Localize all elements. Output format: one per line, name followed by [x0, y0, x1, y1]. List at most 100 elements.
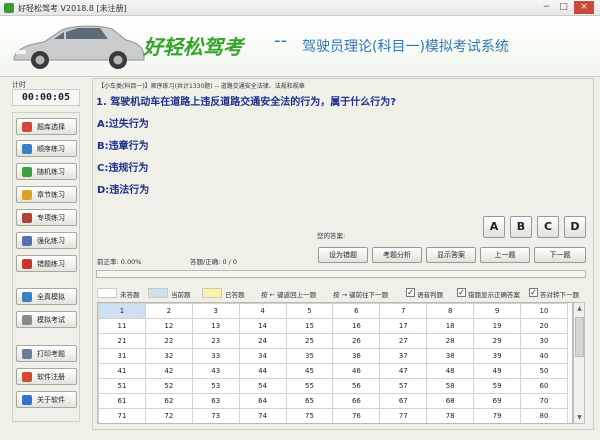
close-button[interactable]: × [574, 1, 594, 14]
question-cell[interactable]: 34 [238, 348, 287, 364]
question-cell[interactable]: 23 [191, 333, 240, 349]
question-cell[interactable]: 35 [285, 348, 334, 364]
question-cell[interactable]: 36 [332, 348, 381, 364]
question-cell[interactable]: 42 [144, 363, 193, 379]
question-cell[interactable]: 32 [144, 348, 193, 364]
question-cell[interactable]: 71 [98, 408, 146, 423]
question-cell[interactable]: 57 [379, 378, 428, 394]
question-cell[interactable]: 14 [238, 318, 287, 334]
answer-a-button[interactable]: A [483, 216, 505, 238]
question-cell[interactable]: 39 [473, 348, 522, 364]
question-cell[interactable]: 58 [426, 378, 475, 394]
question-cell[interactable]: 40 [520, 348, 568, 364]
question-cell[interactable]: 13 [191, 318, 240, 334]
question-cell[interactable]: 50 [520, 363, 568, 379]
question-cell[interactable]: 66 [332, 393, 381, 409]
question-cell[interactable]: 37 [379, 348, 428, 364]
sidebar-item-5[interactable]: 专项练习 [16, 209, 77, 226]
question-cell[interactable]: 64 [238, 393, 287, 409]
grid-scrollbar[interactable]: ▲ ▼ [573, 302, 585, 424]
question-cell[interactable]: 43 [191, 363, 240, 379]
sidebar-item-9[interactable]: 模拟考试 [16, 311, 77, 328]
question-cell[interactable]: 33 [191, 348, 240, 364]
sidebar-item-12[interactable]: 关于软件 [16, 391, 77, 408]
question-cell[interactable]: 60 [520, 378, 568, 394]
question-cell[interactable]: 52 [144, 378, 193, 394]
question-cell[interactable]: 48 [426, 363, 475, 379]
answer-c-button[interactable]: C [537, 216, 559, 238]
option-a[interactable]: A:过失行为 [97, 115, 149, 130]
question-cell[interactable]: 5 [285, 303, 334, 319]
question-cell[interactable]: 54 [238, 378, 287, 394]
question-cell[interactable]: 56 [332, 378, 381, 394]
question-cell[interactable]: 8 [426, 303, 475, 319]
question-cell[interactable]: 45 [285, 363, 334, 379]
question-cell[interactable]: 80 [520, 408, 568, 423]
auto-next-checkbox[interactable]: ✓ [529, 288, 538, 297]
sidebar-item-7[interactable]: 错题练习 [16, 255, 77, 272]
question-cell[interactable]: 70 [520, 393, 568, 409]
question-cell[interactable]: 75 [285, 408, 334, 423]
scroll-up-icon[interactable]: ▲ [575, 304, 584, 313]
question-cell[interactable]: 68 [426, 393, 475, 409]
question-cell[interactable]: 31 [98, 348, 146, 364]
sidebar-item-11[interactable]: 软件注册 [16, 368, 77, 385]
question-cell[interactable]: 63 [191, 393, 240, 409]
voice-checkbox[interactable]: ✓ [406, 288, 415, 297]
question-cell[interactable]: 59 [473, 378, 522, 394]
question-cell[interactable]: 24 [238, 333, 287, 349]
question-cell[interactable]: 44 [238, 363, 287, 379]
question-cell[interactable]: 38 [426, 348, 475, 364]
question-cell[interactable]: 46 [332, 363, 381, 379]
question-cell[interactable]: 29 [473, 333, 522, 349]
question-cell[interactable]: 15 [285, 318, 334, 334]
question-cell[interactable]: 2 [144, 303, 193, 319]
option-b[interactable]: B:违章行为 [97, 137, 149, 152]
question-cell[interactable]: 26 [332, 333, 381, 349]
question-cell[interactable]: 67 [379, 393, 428, 409]
question-cell[interactable]: 1 [98, 303, 146, 319]
question-cell[interactable]: 61 [98, 393, 146, 409]
question-cell[interactable]: 4 [238, 303, 287, 319]
question-cell[interactable]: 47 [379, 363, 428, 379]
option-d[interactable]: D:违法行为 [97, 181, 149, 196]
question-cell[interactable]: 19 [473, 318, 522, 334]
question-cell[interactable]: 30 [520, 333, 568, 349]
question-cell[interactable]: 22 [144, 333, 193, 349]
question-cell[interactable]: 53 [191, 378, 240, 394]
answer-d-button[interactable]: D [564, 216, 586, 238]
question-cell[interactable]: 49 [473, 363, 522, 379]
option-c[interactable]: C:违规行为 [97, 159, 148, 174]
question-cell[interactable]: 9 [473, 303, 522, 319]
question-cell[interactable]: 78 [426, 408, 475, 423]
sidebar-item-6[interactable]: 强化练习 [16, 232, 77, 249]
minimize-button[interactable]: − [539, 1, 554, 14]
scroll-thumb[interactable] [575, 317, 584, 357]
analysis-button[interactable]: 考题分析 [372, 247, 422, 263]
sidebar-item-3[interactable]: 随机练习 [16, 163, 77, 180]
question-cell[interactable]: 17 [379, 318, 428, 334]
sidebar-item-8[interactable]: 全真模拟 [16, 288, 77, 305]
question-cell[interactable]: 72 [144, 408, 193, 423]
sidebar-item-2[interactable]: 顺序练习 [16, 140, 77, 157]
mark-wrong-button[interactable]: 设为错题 [318, 247, 368, 263]
maximize-button[interactable]: □ [556, 1, 571, 14]
question-cell[interactable]: 41 [98, 363, 146, 379]
answer-b-button[interactable]: B [510, 216, 532, 238]
question-cell[interactable]: 21 [98, 333, 146, 349]
question-cell[interactable]: 55 [285, 378, 334, 394]
question-cell[interactable]: 7 [379, 303, 428, 319]
question-cell[interactable]: 62 [144, 393, 193, 409]
question-cell[interactable]: 16 [332, 318, 381, 334]
sidebar-item-1[interactable]: 题库选择 [16, 118, 77, 135]
question-cell[interactable]: 27 [379, 333, 428, 349]
sidebar-item-4[interactable]: 章节练习 [16, 186, 77, 203]
question-cell[interactable]: 74 [238, 408, 287, 423]
question-cell[interactable]: 69 [473, 393, 522, 409]
next-question-button[interactable]: 下一题 [534, 247, 586, 263]
question-cell[interactable]: 25 [285, 333, 334, 349]
scroll-down-icon[interactable]: ▼ [575, 413, 584, 422]
question-cell[interactable]: 6 [332, 303, 381, 319]
wrong-show-checkbox[interactable]: ✓ [457, 288, 466, 297]
question-cell[interactable]: 76 [332, 408, 381, 423]
